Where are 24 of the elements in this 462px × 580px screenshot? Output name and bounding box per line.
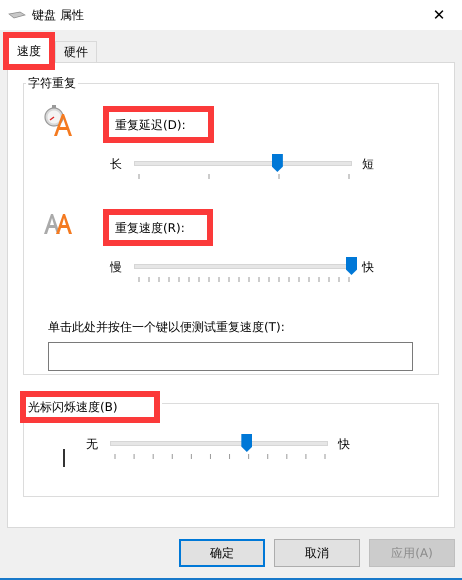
window-title: 键盘 属性 [32,6,84,24]
group-title: 光标闪烁速度(B) [28,399,118,415]
keyboard-icon [8,11,26,19]
slider-min-label: 慢 [108,260,123,274]
close-button[interactable]: ✕ [416,0,462,30]
dialog-button[interactable]: 确定 [179,539,265,567]
double-letter-icon [44,213,74,235]
slider-max-label: 快 [336,437,351,451]
dialog-button[interactable]: 取消 [274,539,360,567]
slider-thumb[interactable] [241,434,252,452]
group-title: 字符重复 [27,75,77,92]
slider-max-label: 短 [361,157,375,171]
tab[interactable]: 硬件 [55,41,97,62]
slider-thumb[interactable] [346,257,357,275]
field-label: 单击此处并按住一个键以便测试重复速度(T): [48,319,286,336]
slider-min-label: 无 [85,437,99,451]
slider-max-label: 快 [360,260,375,274]
stopwatch-letter-icon [44,104,74,138]
text-cursor-icon [63,449,66,467]
slider-thumb[interactable] [272,154,283,172]
slider-min-label: 长 [109,157,123,171]
slider-label: 重复速度(R): [115,220,185,236]
input-field[interactable] [48,342,413,371]
slider-label: 重复延迟(D): [115,117,186,133]
